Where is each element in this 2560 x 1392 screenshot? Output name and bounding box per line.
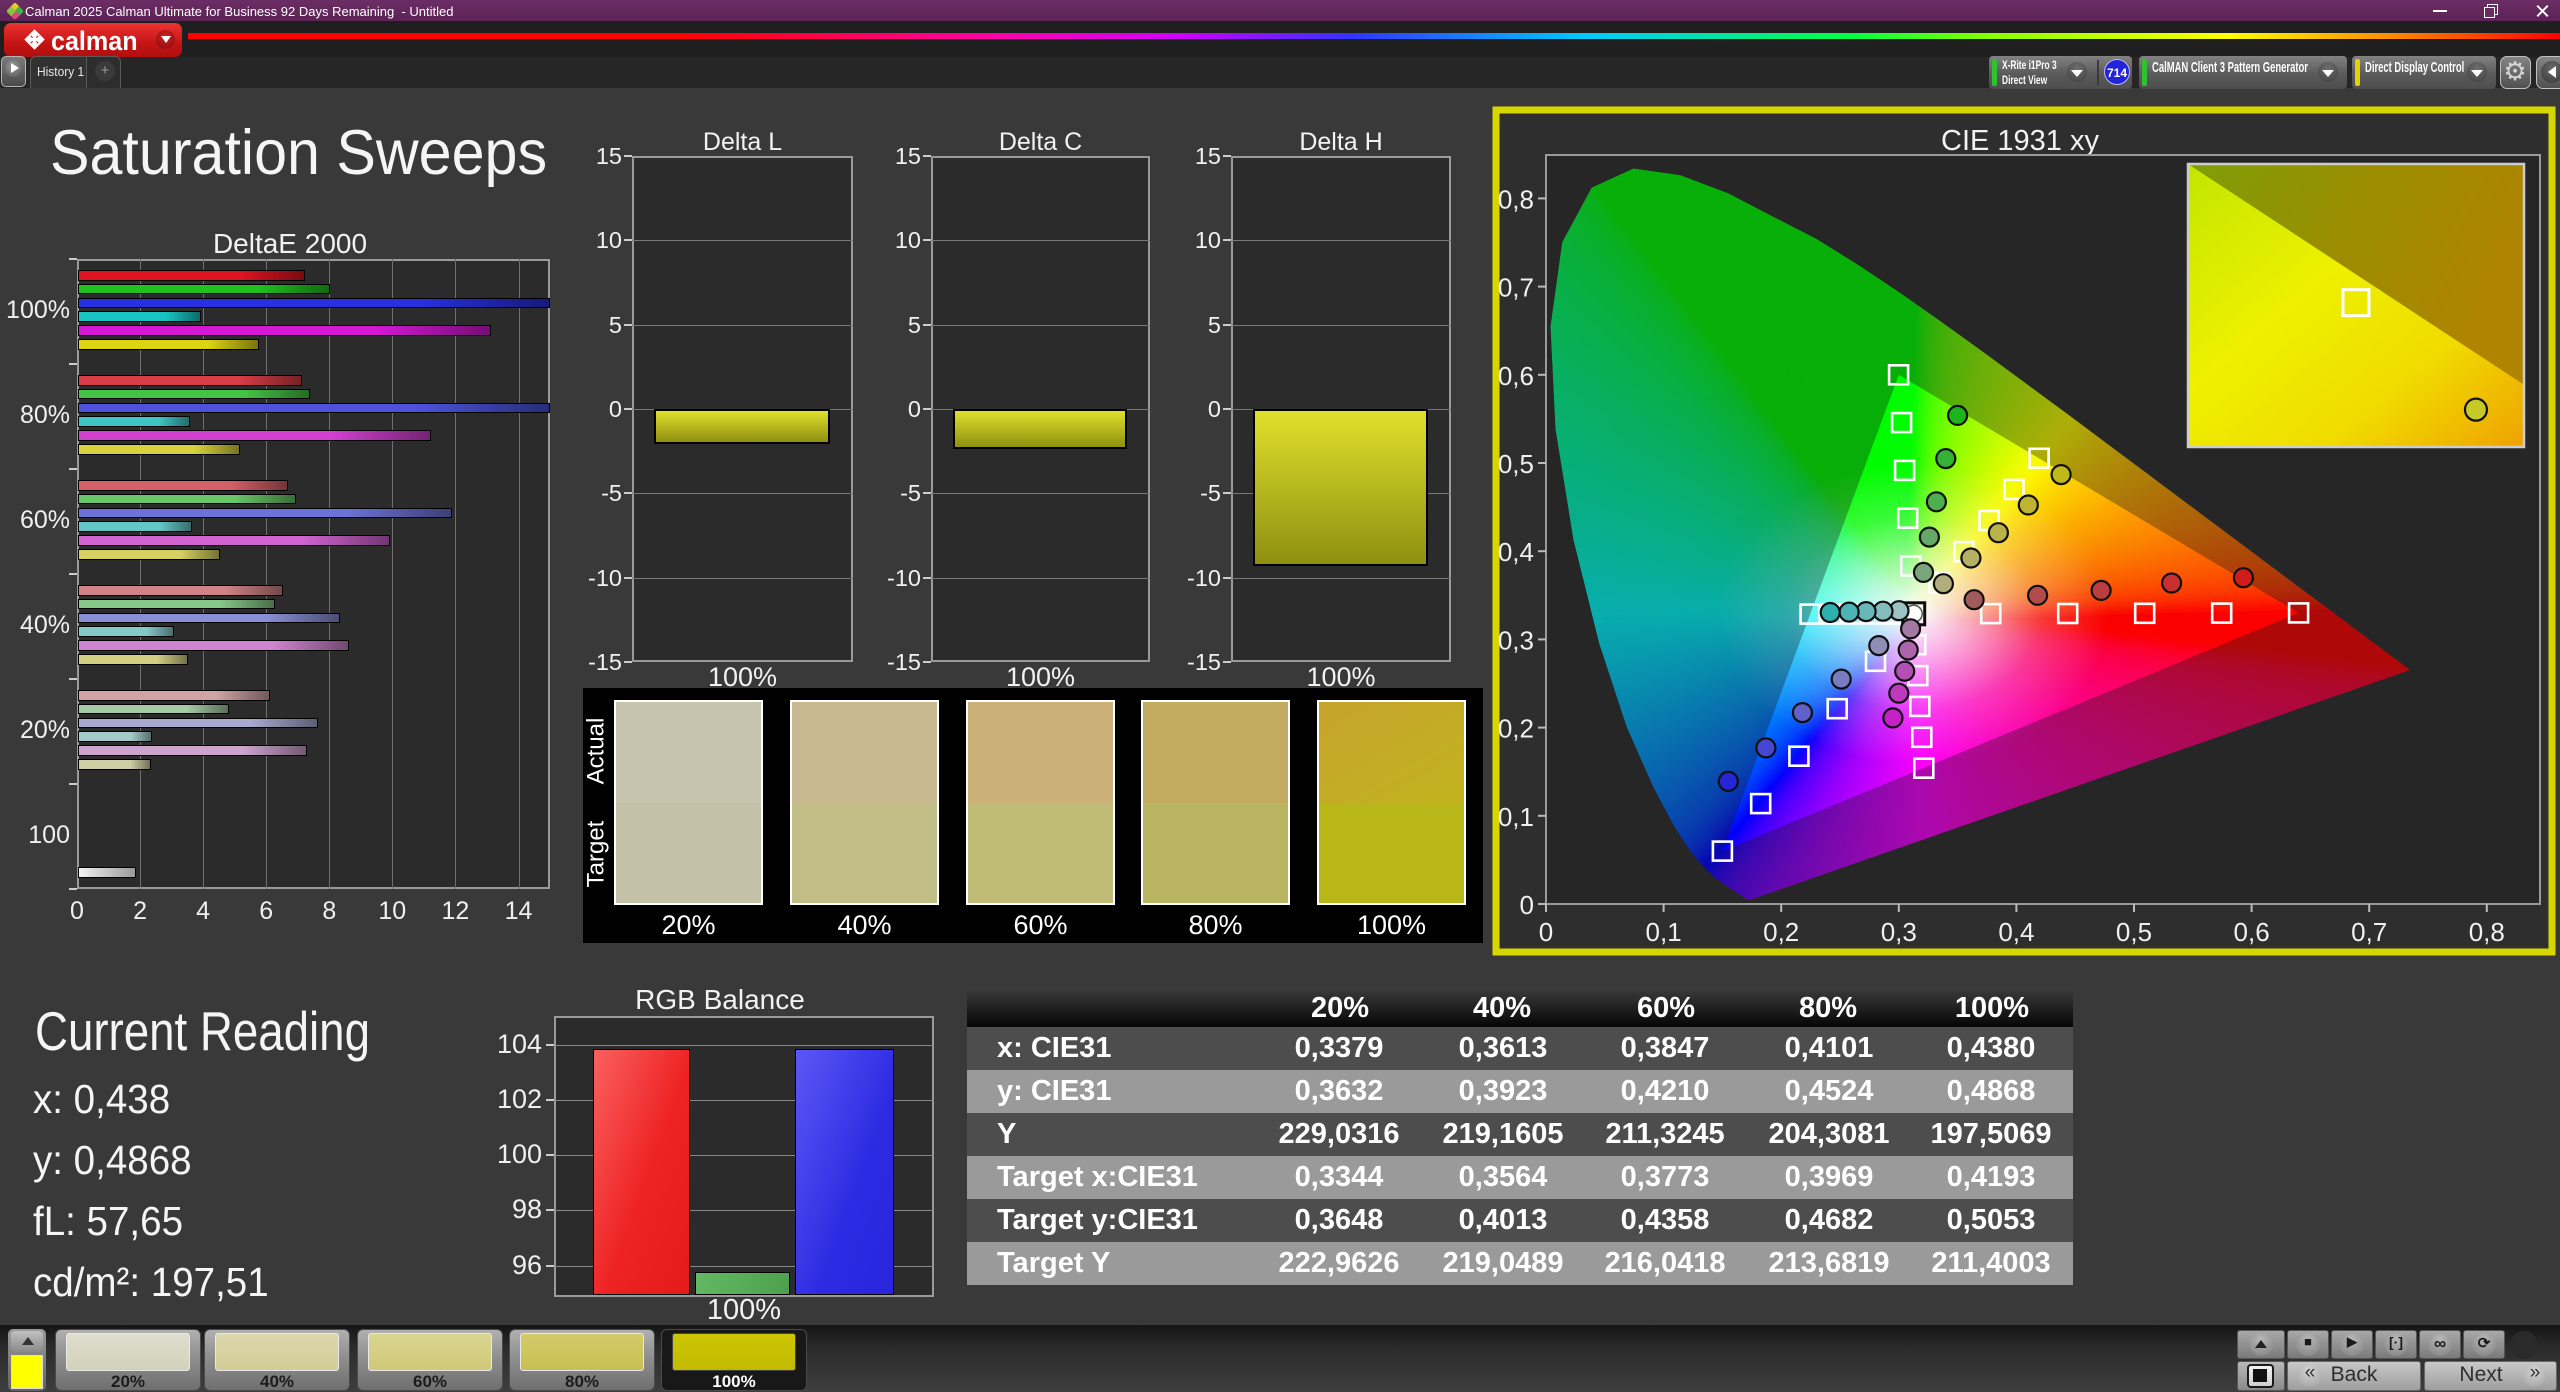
svg-text:0,5: 0,5: [1498, 449, 1534, 479]
svg-text:0: 0: [1520, 890, 1534, 920]
svg-text:0,7: 0,7: [2351, 917, 2387, 947]
svg-text:0,6: 0,6: [2234, 917, 2270, 947]
svg-text:0,3: 0,3: [1881, 917, 1917, 947]
svg-text:0,2: 0,2: [1498, 714, 1534, 744]
svg-text:0,8: 0,8: [1498, 184, 1534, 214]
svg-text:0,5: 0,5: [2116, 917, 2152, 947]
svg-text:0,2: 0,2: [1763, 917, 1799, 947]
svg-text:0,4: 0,4: [1498, 537, 1534, 567]
svg-text:0,3: 0,3: [1498, 625, 1534, 655]
svg-text:0,6: 0,6: [1498, 361, 1534, 391]
svg-text:0,7: 0,7: [1498, 273, 1534, 303]
svg-text:0,1: 0,1: [1646, 917, 1682, 947]
svg-text:0,8: 0,8: [2469, 917, 2505, 947]
svg-text:CIE 1931 xy: CIE 1931 xy: [1941, 125, 2099, 157]
svg-text:0,4: 0,4: [1998, 917, 2034, 947]
svg-text:0,1: 0,1: [1498, 802, 1534, 832]
svg-text:0: 0: [1539, 917, 1553, 947]
